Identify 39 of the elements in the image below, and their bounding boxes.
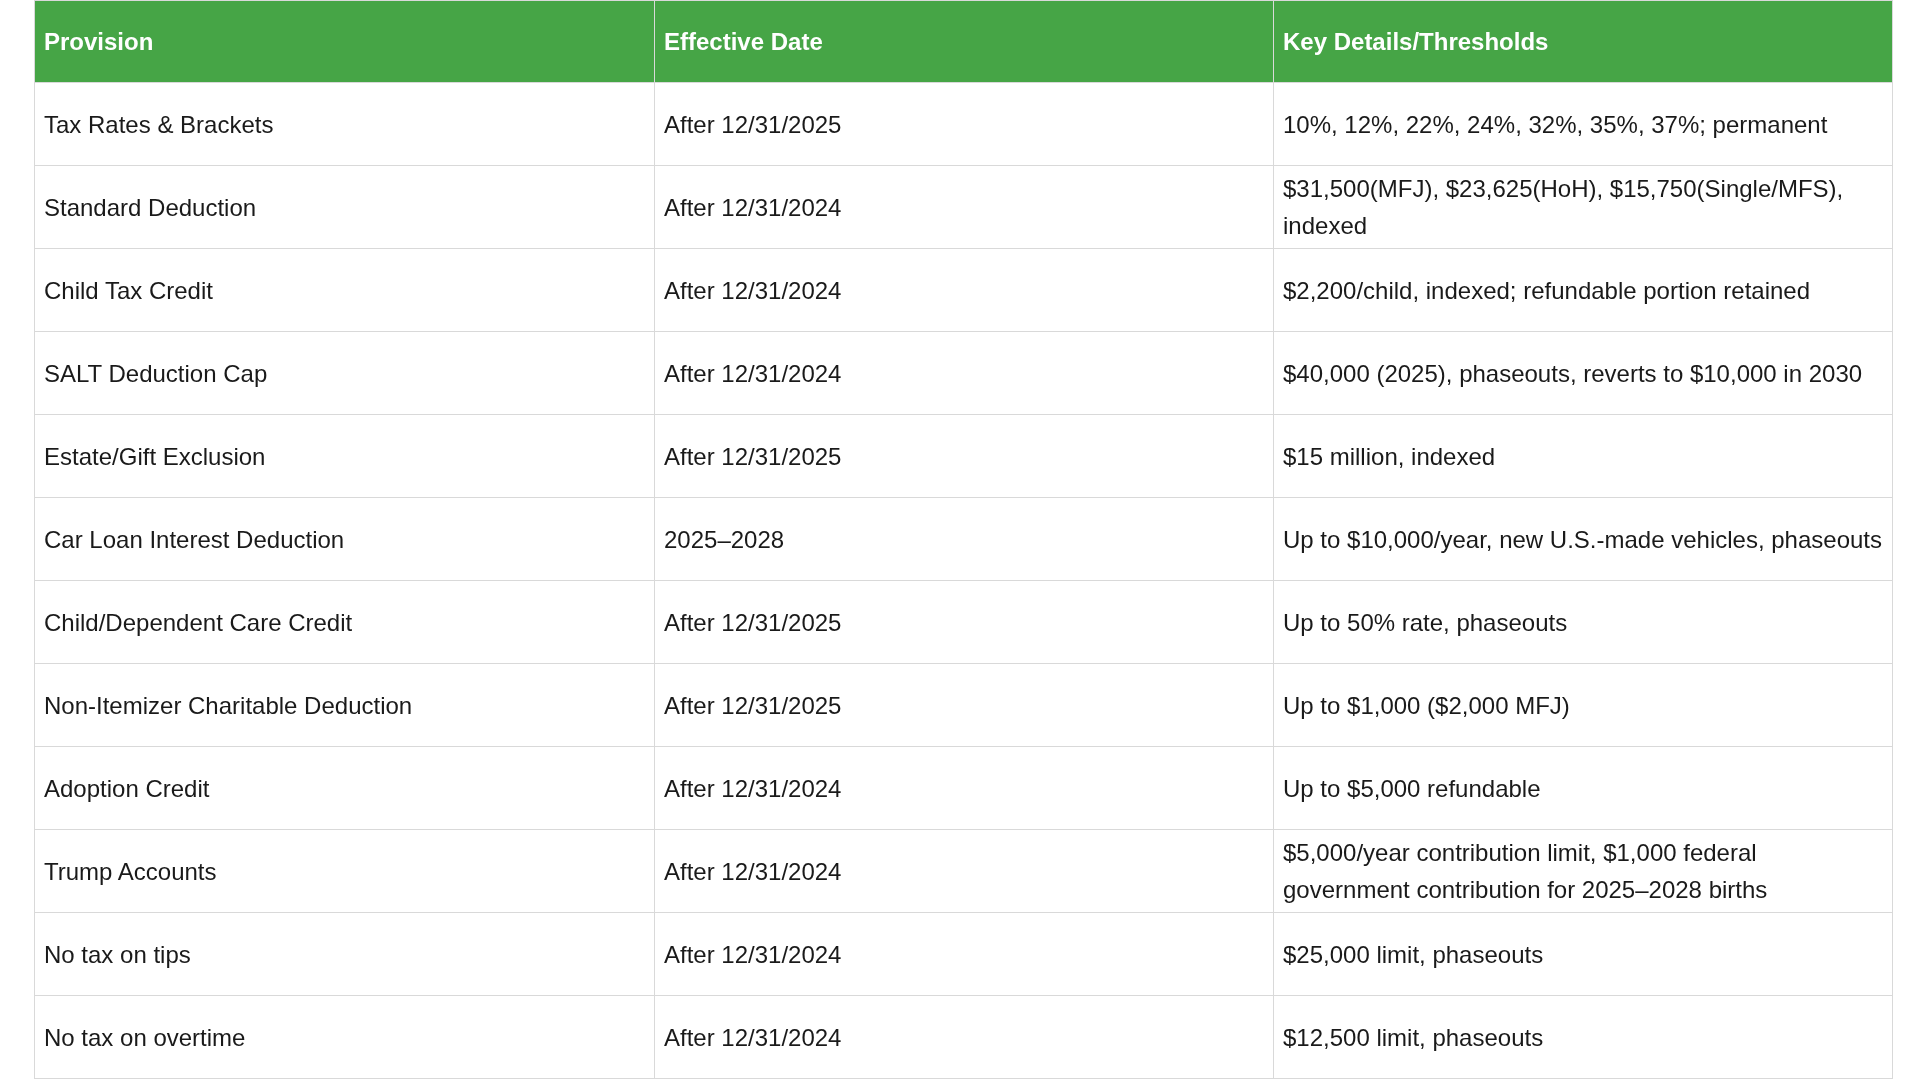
- table-cell: After 12/31/2025: [654, 580, 1274, 664]
- table-cell: $12,500 limit, phaseouts: [1273, 995, 1893, 1079]
- table-cell: After 12/31/2025: [654, 82, 1274, 166]
- column-header: Effective Date: [654, 0, 1274, 83]
- table-cell: Up to $1,000 ($2,000 MFJ): [1273, 663, 1893, 747]
- table-cell: Child/Dependent Care Credit: [34, 580, 655, 664]
- table-cell: After 12/31/2024: [654, 829, 1274, 913]
- table-cell: Up to $10,000/year, new U.S.-made vehicles, phaseouts: [1273, 497, 1893, 581]
- column-header: Key Details/Thresholds: [1273, 0, 1893, 83]
- table-cell: After 12/31/2024: [654, 248, 1274, 332]
- table-cell: After 12/31/2024: [654, 165, 1274, 249]
- table-cell: After 12/31/2025: [654, 663, 1274, 747]
- table-cell: $31,500(MFJ), $23,625(HoH), $15,750(Single/MFS), indexed: [1273, 165, 1893, 249]
- table-cell: Standard Deduction: [34, 165, 655, 249]
- table-cell: 2025–2028: [654, 497, 1274, 581]
- table-cell: $15 million, indexed: [1273, 414, 1893, 498]
- table-cell: No tax on overtime: [34, 995, 655, 1079]
- table-cell: Non-Itemizer Charitable Deduction: [34, 663, 655, 747]
- table-cell: $25,000 limit, phaseouts: [1273, 912, 1893, 996]
- table-cell: SALT Deduction Cap: [34, 331, 655, 415]
- table-cell: Adoption Credit: [34, 746, 655, 830]
- table-cell: After 12/31/2024: [654, 995, 1274, 1079]
- table-cell: After 12/31/2024: [654, 912, 1274, 996]
- table-cell: After 12/31/2024: [654, 331, 1274, 415]
- table-cell: Tax Rates & Brackets: [34, 82, 655, 166]
- table-cell: Up to $5,000 refundable: [1273, 746, 1893, 830]
- table-cell: $2,200/child, indexed; refundable portion retained: [1273, 248, 1893, 332]
- table-cell: Child Tax Credit: [34, 248, 655, 332]
- column-header: Provision: [34, 0, 655, 83]
- table-cell: $40,000 (2025), phaseouts, reverts to $10,000 in 2030: [1273, 331, 1893, 415]
- table-cell: No tax on tips: [34, 912, 655, 996]
- table-cell: Up to 50% rate, phaseouts: [1273, 580, 1893, 664]
- table-cell: Car Loan Interest Deduction: [34, 497, 655, 581]
- table-cell: $5,000/year contribution limit, $1,000 federal government contribution for 2025–2028 births: [1273, 829, 1893, 913]
- table-cell: 10%, 12%, 22%, 24%, 32%, 35%, 37%; permanent: [1273, 82, 1893, 166]
- table-cell: Trump Accounts: [34, 829, 655, 913]
- table-cell: Estate/Gift Exclusion: [34, 414, 655, 498]
- table-cell: After 12/31/2024: [654, 746, 1274, 830]
- table-cell: After 12/31/2025: [654, 414, 1274, 498]
